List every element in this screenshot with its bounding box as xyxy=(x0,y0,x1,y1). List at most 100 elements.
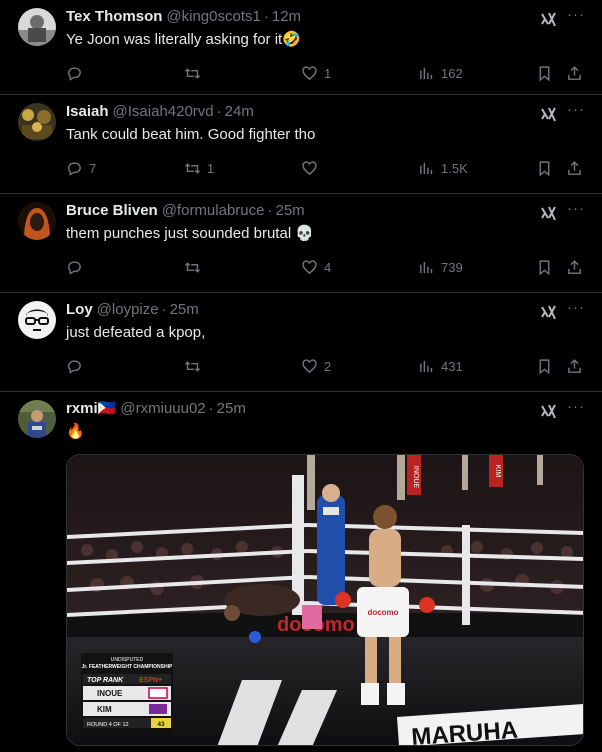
timestamp[interactable]: 25m xyxy=(170,301,199,319)
like-count: 2 xyxy=(324,358,332,374)
timestamp[interactable]: 24m xyxy=(225,103,254,121)
views-icon xyxy=(420,360,433,372)
heart-icon xyxy=(302,160,317,175)
reply-count: 7 xyxy=(89,160,97,176)
tweet-text: them punches just sounded brutal 💀 xyxy=(66,225,314,242)
more-options-icon[interactable]: ··· xyxy=(566,299,586,316)
reply-button[interactable]: 7 xyxy=(66,159,96,177)
share-button[interactable] xyxy=(566,258,583,276)
tweet-header: Isaiah @Isaiah420rvd · 24m xyxy=(66,103,586,121)
grok-icon[interactable] xyxy=(540,10,558,28)
reply-icon xyxy=(68,359,81,374)
author-name[interactable]: Isaiah xyxy=(66,103,109,121)
tweet-header: Bruce Bliven @formulabruce · 25m xyxy=(66,202,586,220)
tweet-actions: 1 162 xyxy=(66,58,586,96)
retweet-button[interactable] xyxy=(184,357,207,375)
bookmark-button[interactable] xyxy=(536,357,553,375)
tweet[interactable]: Isaiah @Isaiah420rvd · 24m ··· Tank coul… xyxy=(0,95,602,194)
views-button[interactable]: 162 xyxy=(418,64,463,82)
author-handle[interactable]: @king0scots1 xyxy=(166,8,260,26)
author-name[interactable]: Loy xyxy=(66,301,93,319)
separator-dot: · xyxy=(161,301,167,318)
author-handle[interactable]: @rxmiuuu02 xyxy=(120,400,205,418)
scorebug-promoter: TOP RANK xyxy=(87,677,124,684)
retweet-icon xyxy=(184,261,201,273)
grok-icon[interactable] xyxy=(540,204,558,222)
views-button[interactable]: 1.5K xyxy=(418,159,468,177)
heart-icon xyxy=(302,259,317,274)
like-button[interactable]: 4 xyxy=(301,258,331,276)
scorebug-clock: 43 xyxy=(157,721,165,728)
retweet-button[interactable]: 1 xyxy=(184,159,214,177)
timestamp[interactable]: 12m xyxy=(272,8,301,26)
bookmark-button[interactable] xyxy=(536,64,553,82)
reply-button[interactable] xyxy=(66,64,89,82)
tweet-actions: 7 1 1.5K xyxy=(66,153,586,191)
avatar[interactable] xyxy=(18,8,56,46)
share-button[interactable] xyxy=(566,357,583,375)
like-button[interactable] xyxy=(301,159,324,177)
author-name[interactable]: Tex Thomson xyxy=(66,8,162,26)
bookmark-icon xyxy=(539,259,550,275)
grok-icon[interactable] xyxy=(540,105,558,123)
tweet[interactable]: rxmi🇵🇭 @rxmiuuu02 · 25m ··· 🔥 INOUE KIM … xyxy=(0,392,602,752)
avatar[interactable] xyxy=(18,400,56,438)
like-button[interactable]: 2 xyxy=(301,357,331,375)
reply-button[interactable] xyxy=(66,258,89,276)
grok-icon[interactable] xyxy=(540,303,558,321)
media-image[interactable]: INOUE KIM docomo MARUHA UNDISPUTED Jr. F… xyxy=(66,454,584,746)
tweet[interactable]: Loy @loypize · 25m ··· just defeated a k… xyxy=(0,293,602,392)
views-button[interactable]: 739 xyxy=(418,258,463,276)
reply-icon xyxy=(68,161,81,176)
scorebug-fighter-1: INOUE xyxy=(97,689,123,698)
retweet-count: 1 xyxy=(207,160,215,176)
separator-dot: · xyxy=(216,103,222,120)
tweet-text: Ye Joon was literally asking for it🤣 xyxy=(66,31,301,48)
avatar[interactable] xyxy=(18,202,56,240)
grok-icon[interactable] xyxy=(540,402,558,420)
view-count: 1.5K xyxy=(441,160,468,176)
tweet-text: just defeated a kpop, xyxy=(66,324,206,341)
tweet-header: Tex Thomson @king0scots1 · 12m xyxy=(66,8,586,26)
author-handle[interactable]: @loypize xyxy=(97,301,159,319)
author-handle[interactable]: @Isaiah420rvd xyxy=(113,103,214,121)
views-icon xyxy=(420,261,433,273)
like-count: 4 xyxy=(324,259,332,275)
reply-icon xyxy=(68,66,81,81)
more-options-icon[interactable]: ··· xyxy=(566,6,586,23)
more-options-icon[interactable]: ··· xyxy=(566,398,586,415)
share-button[interactable] xyxy=(566,64,583,82)
more-options-icon[interactable]: ··· xyxy=(566,200,586,217)
retweet-button[interactable] xyxy=(184,64,207,82)
like-button[interactable]: 1 xyxy=(301,64,331,82)
heart-icon xyxy=(302,358,317,373)
scorebug-network: ESPN+ xyxy=(139,677,162,684)
separator-dot: · xyxy=(208,400,214,417)
views-icon xyxy=(420,162,433,174)
timestamp[interactable]: 25m xyxy=(217,400,246,418)
tweet-actions: 2 431 xyxy=(66,351,586,389)
timestamp[interactable]: 25m xyxy=(275,202,304,220)
like-count: 1 xyxy=(324,65,332,81)
timeline-feed: Tex Thomson @king0scots1 · 12m ··· Ye Jo… xyxy=(0,0,602,752)
tweet[interactable]: Tex Thomson @king0scots1 · 12m ··· Ye Jo… xyxy=(0,0,602,95)
bookmark-button[interactable] xyxy=(536,258,553,276)
bookmark-button[interactable] xyxy=(536,159,553,177)
tweet-header: Loy @loypize · 25m xyxy=(66,301,586,319)
share-icon xyxy=(568,358,581,373)
author-name[interactable]: rxmi🇵🇭 xyxy=(66,400,116,418)
tweet-actions: 4 739 xyxy=(66,252,586,290)
bookmark-icon xyxy=(539,358,550,374)
retweet-button[interactable] xyxy=(184,258,207,276)
views-button[interactable]: 431 xyxy=(418,357,463,375)
avatar[interactable] xyxy=(18,301,56,339)
views-icon xyxy=(420,67,433,79)
avatar[interactable] xyxy=(18,103,56,141)
author-handle[interactable]: @formulabruce xyxy=(162,202,265,220)
reply-button[interactable] xyxy=(66,357,89,375)
author-name[interactable]: Bruce Bliven xyxy=(66,202,158,220)
more-options-icon[interactable]: ··· xyxy=(566,101,586,118)
share-button[interactable] xyxy=(566,159,583,177)
tweet[interactable]: Bruce Bliven @formulabruce · 25m ··· the… xyxy=(0,194,602,293)
tweet-header: rxmi🇵🇭 @rxmiuuu02 · 25m xyxy=(66,400,586,418)
